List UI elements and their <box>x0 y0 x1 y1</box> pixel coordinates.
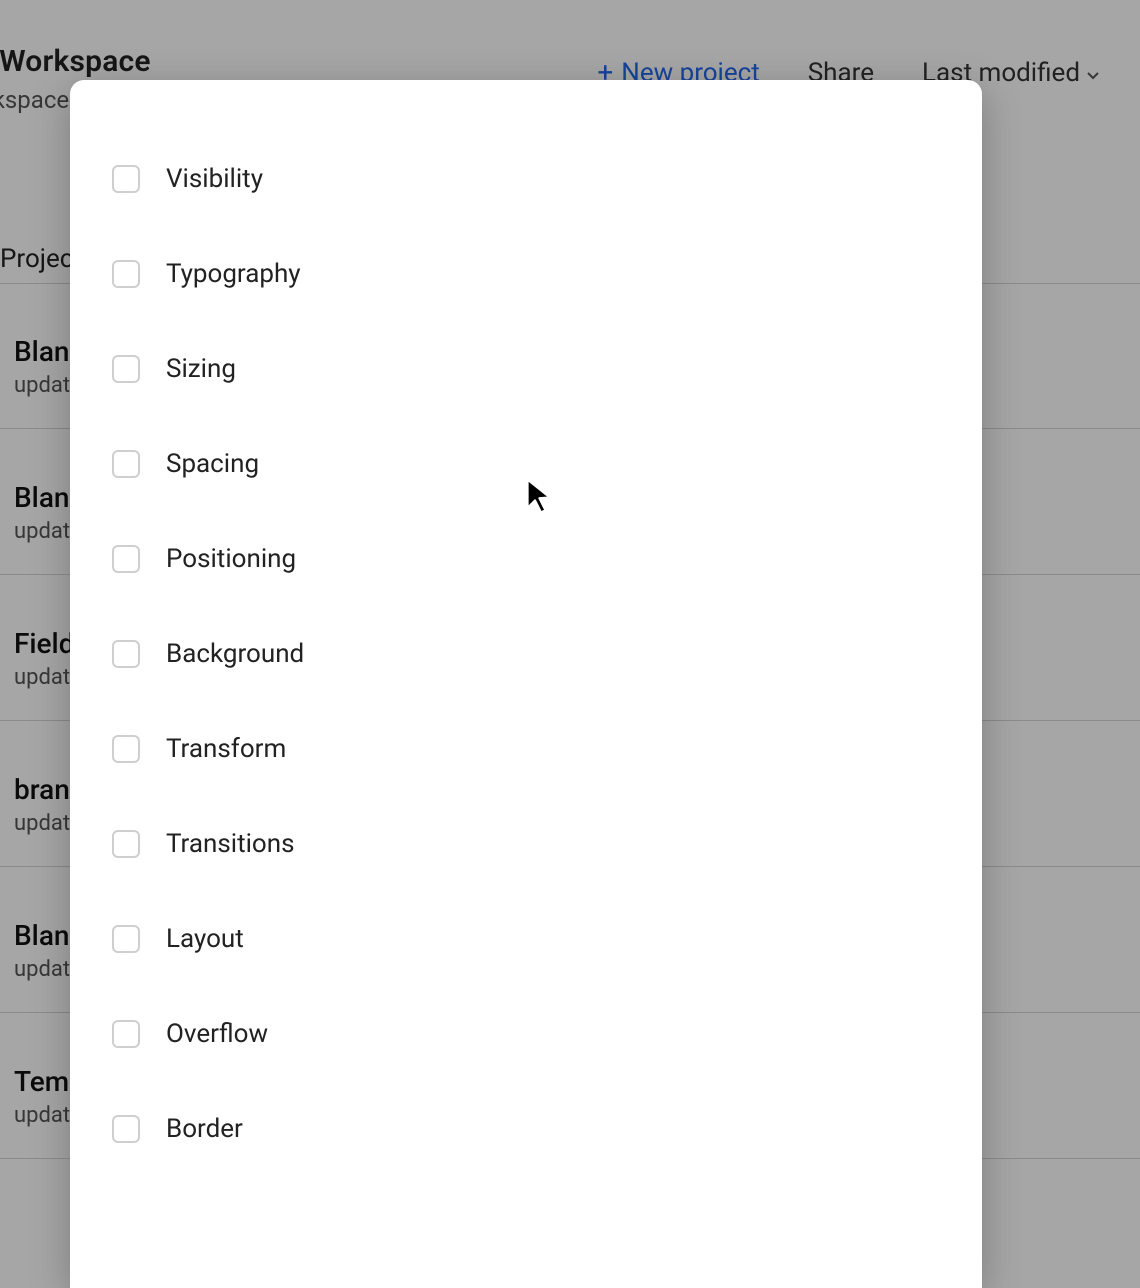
option-label: Background <box>166 639 304 669</box>
option-label: Sizing <box>166 354 236 384</box>
option-positioning[interactable]: Positioning <box>70 512 982 607</box>
checkbox[interactable] <box>112 830 140 858</box>
option-overflow[interactable]: Overflow <box>70 987 982 1082</box>
checkbox[interactable] <box>112 1115 140 1143</box>
option-transform[interactable]: Transform <box>70 702 982 797</box>
option-label: Typography <box>166 259 301 289</box>
option-layout[interactable]: Layout <box>70 892 982 987</box>
options-modal: Visibility Typography Sizing Spacing Pos… <box>70 80 982 1288</box>
checkbox[interactable] <box>112 260 140 288</box>
option-visibility[interactable]: Visibility <box>70 132 982 227</box>
checkbox[interactable] <box>112 545 140 573</box>
option-label: Transform <box>166 734 286 764</box>
option-transitions[interactable]: Transitions <box>70 797 982 892</box>
option-label: Border <box>166 1114 243 1144</box>
option-background[interactable]: Background <box>70 607 982 702</box>
checkbox[interactable] <box>112 450 140 478</box>
checkbox[interactable] <box>112 925 140 953</box>
option-label: Transitions <box>166 829 295 859</box>
checkbox[interactable] <box>112 1020 140 1048</box>
option-sizing[interactable]: Sizing <box>70 322 982 417</box>
checkbox[interactable] <box>112 355 140 383</box>
checkbox[interactable] <box>112 735 140 763</box>
options-list: Visibility Typography Sizing Spacing Pos… <box>70 80 982 1177</box>
option-label: Visibility <box>166 164 263 194</box>
option-label: Overflow <box>166 1019 268 1049</box>
option-border[interactable]: Border <box>70 1082 982 1177</box>
option-label: Spacing <box>166 449 259 479</box>
checkbox[interactable] <box>112 165 140 193</box>
option-spacing[interactable]: Spacing <box>70 417 982 512</box>
option-label: Layout <box>166 924 244 954</box>
checkbox[interactable] <box>112 640 140 668</box>
option-typography[interactable]: Typography <box>70 227 982 322</box>
option-label: Positioning <box>166 544 296 574</box>
